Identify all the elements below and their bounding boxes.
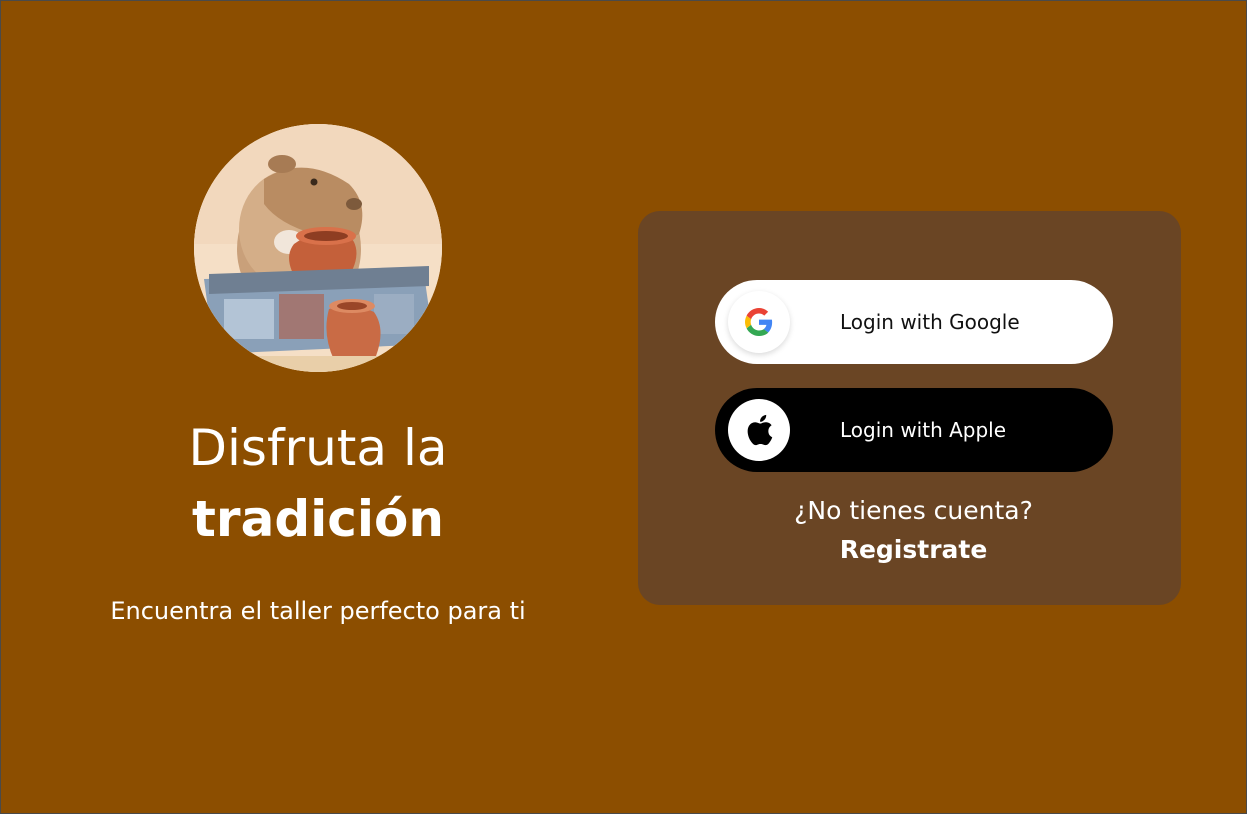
hero-subtitle: Encuentra el taller perfecto para ti [110, 597, 526, 625]
capybara-pottery-illustration [194, 124, 442, 372]
login-with-apple-button[interactable]: Login with Apple [715, 388, 1113, 472]
register-link[interactable]: Registrate [638, 533, 1189, 567]
page-frame: Disfruta la tradición Encuentra el talle… [0, 0, 1247, 814]
headline-line-2: tradición [192, 490, 444, 548]
headline-line-1: Disfruta la [188, 419, 448, 477]
google-icon [728, 291, 790, 353]
apple-button-label: Login with Apple [840, 418, 1007, 442]
apple-icon [728, 399, 790, 461]
login-with-google-button[interactable]: Login with Google [715, 280, 1113, 364]
hero-headline: Disfruta la tradición [101, 416, 535, 558]
google-button-label: Login with Google [840, 310, 1020, 334]
no-account-text: ¿No tienes cuenta? [794, 496, 1033, 525]
login-card: Login with Google Login with Apple ¿No t… [638, 211, 1181, 605]
